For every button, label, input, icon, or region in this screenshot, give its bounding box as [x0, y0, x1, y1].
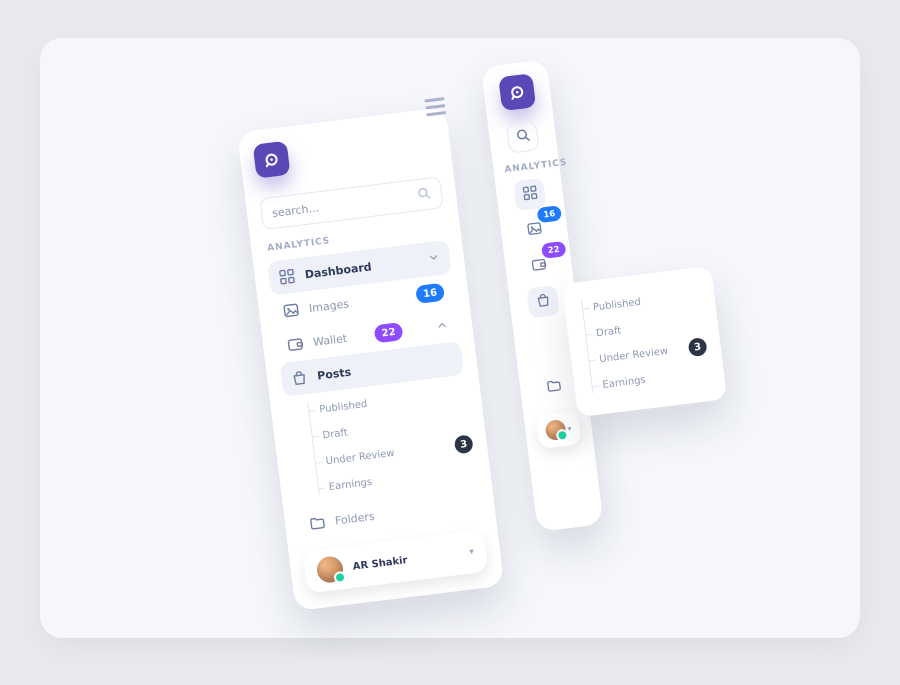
search-placeholder: search... [271, 200, 319, 219]
under-review-badge: 3 [688, 337, 708, 357]
avatar [315, 555, 344, 584]
wallet-icon [530, 255, 547, 276]
grid-icon [521, 184, 538, 205]
search-icon [514, 126, 531, 147]
folder-icon [308, 513, 326, 531]
nav-folders[interactable] [537, 370, 570, 403]
wallet-badge: 22 [374, 322, 404, 343]
chevron-down-icon [427, 250, 441, 266]
user-name: AR Shakir [352, 554, 408, 572]
nav-wallet[interactable]: 22 [522, 249, 555, 282]
search-button[interactable] [506, 120, 539, 153]
image-icon [526, 219, 543, 240]
caret-down-icon: ▾ [567, 423, 572, 432]
stage: search... ANALYTICS Dashboard Images 16 … [40, 38, 860, 638]
chevron-up-icon [435, 317, 449, 333]
grid-icon [278, 267, 296, 285]
under-review-badge: 3 [454, 434, 474, 454]
posts-flyout: Published Draft Under Review3 Earnings [562, 265, 727, 416]
nav-folders-label: Folders [334, 509, 375, 527]
menu-toggle[interactable] [418, 90, 453, 123]
logout-button[interactable] [551, 484, 584, 515]
search-input[interactable]: search... [259, 176, 444, 230]
search-icon [416, 185, 432, 204]
nav-wallet-label: Wallet [312, 331, 347, 348]
gear-icon [562, 456, 564, 475]
wallet-icon [286, 335, 304, 353]
sidebar-expanded: search... ANALYTICS Dashboard Images 16 … [237, 107, 504, 611]
image-icon [282, 301, 300, 319]
section-analytics: ANALYTICS [504, 157, 568, 175]
caret-down-icon: ▾ [469, 546, 475, 556]
nav-images[interactable]: 16 [517, 213, 550, 246]
images-badge: 16 [415, 282, 445, 303]
nav-dashboard-label: Dashboard [304, 259, 372, 280]
posts-submenu: Published Draft Under Review3 Earnings [304, 378, 477, 501]
nav-images-label: Images [308, 296, 349, 314]
folder-icon [545, 376, 562, 397]
app-logo [253, 140, 291, 178]
nav-posts-label: Posts [316, 365, 351, 382]
logout-icon [566, 490, 568, 509]
wallet-badge: 22 [541, 240, 566, 258]
bag-icon [290, 368, 308, 386]
nav-posts[interactable] [526, 284, 559, 317]
bag-icon [534, 291, 551, 312]
user-pill[interactable]: AR Shakir ▾ [303, 529, 489, 593]
settings-button[interactable] [547, 450, 580, 481]
avatar [545, 418, 567, 440]
app-logo [498, 73, 536, 111]
images-badge: 16 [537, 205, 562, 223]
user-pill[interactable]: ▾ [536, 410, 582, 449]
nav-dashboard[interactable] [513, 177, 546, 210]
posts-submenu: Published Draft Under Review3 Earnings [578, 281, 712, 399]
